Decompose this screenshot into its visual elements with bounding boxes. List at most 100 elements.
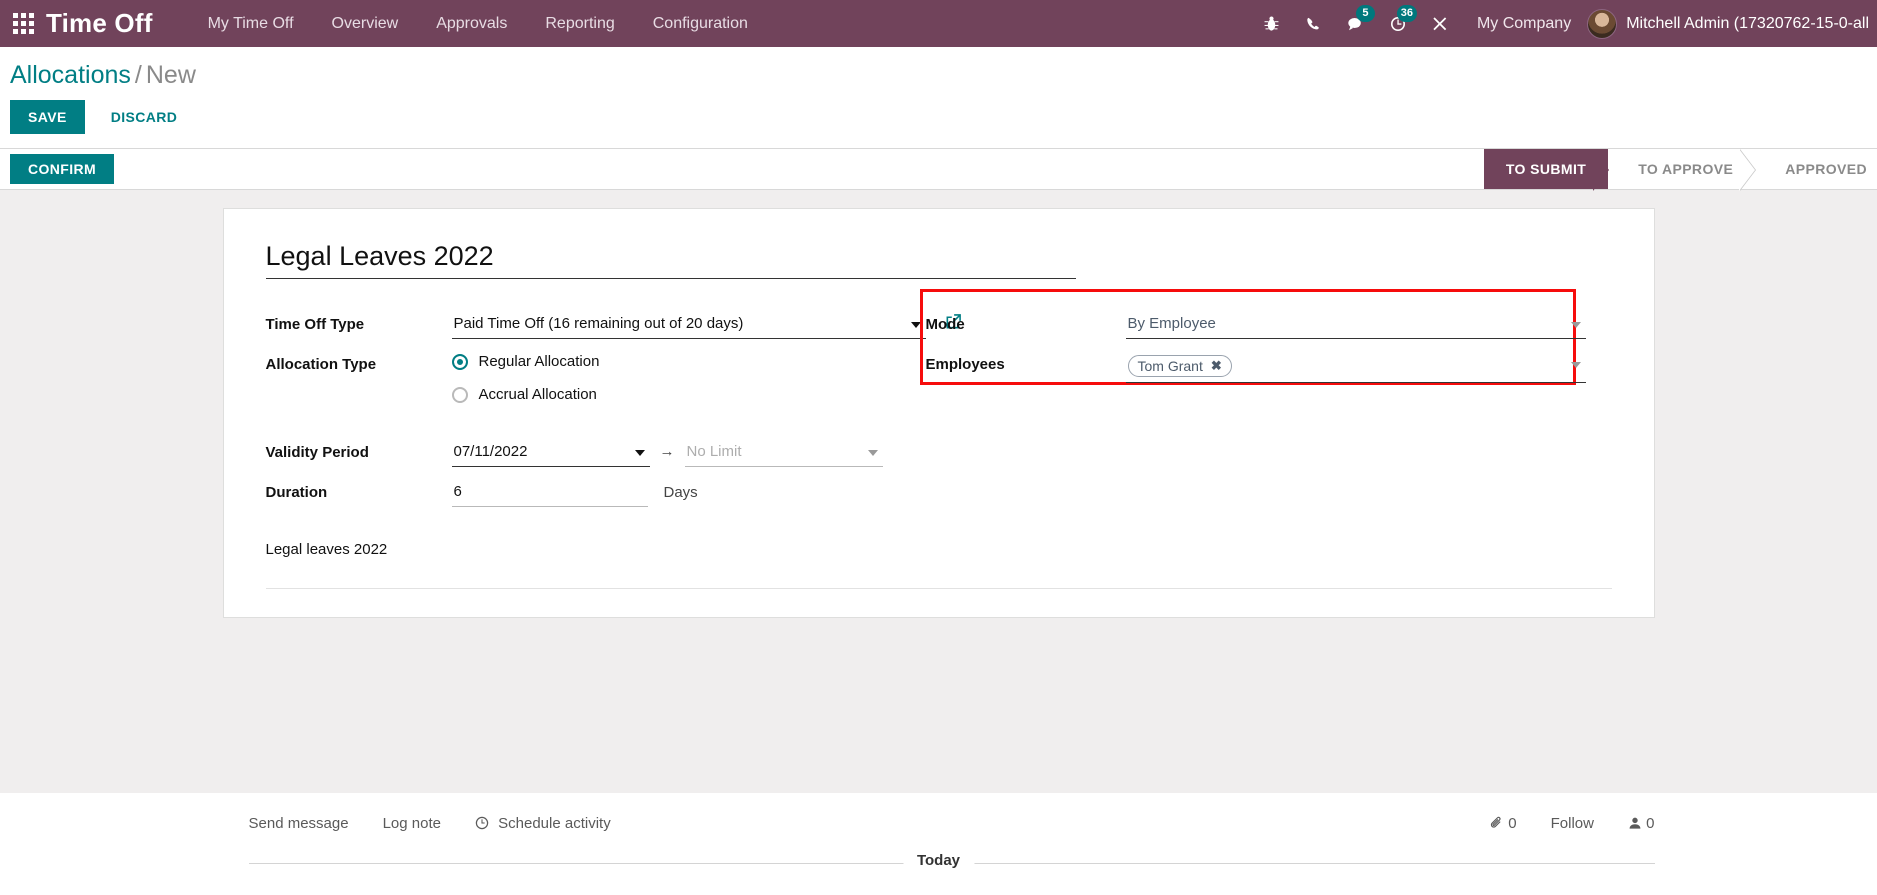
- chevron-down-icon[interactable]: [1570, 362, 1581, 368]
- nav-overview[interactable]: Overview: [313, 0, 418, 47]
- today-divider-label: Today: [902, 852, 975, 869]
- record-title[interactable]: Legal Leaves 2022: [265, 241, 1076, 279]
- activities-clock-icon[interactable]: 36: [1377, 0, 1419, 47]
- validity-to-wrap: No Limit: [684, 441, 883, 467]
- send-message-button[interactable]: Send message: [249, 815, 349, 832]
- nav-configuration[interactable]: Configuration: [634, 0, 767, 47]
- chatter-right-tools: 0 Follow 0: [1456, 815, 1655, 832]
- statusbar: CONFIRM TO SUBMIT TO APPROVE APPROVED: [0, 148, 1877, 191]
- employee-tag-tom-grant[interactable]: Tom Grant ✖: [1127, 355, 1232, 377]
- nav-approvals[interactable]: Approvals: [417, 0, 526, 47]
- period-arrow-icon: →: [659, 443, 675, 460]
- control-panel: Allocations / New SAVE DISCARD: [0, 47, 1877, 148]
- radio-regular-allocation[interactable]: Regular Allocation: [451, 353, 926, 370]
- company-selector[interactable]: My Company: [1461, 15, 1587, 33]
- field-duration: Duration 6 Days: [266, 481, 926, 507]
- employees-label: Employees: [925, 356, 1005, 373]
- status-pill-approved[interactable]: APPROVED: [1755, 149, 1877, 189]
- nav-my-time-off[interactable]: My Time Off: [189, 0, 313, 47]
- log-note-button[interactable]: Log note: [383, 815, 441, 832]
- chatter: Send message Log note Schedule activity …: [0, 793, 1877, 869]
- statusbar-spacer: [114, 149, 1484, 189]
- clock-glyph: [475, 816, 489, 830]
- mode-input[interactable]: By Employee: [1125, 313, 1586, 339]
- activities-badge: 36: [1396, 5, 1417, 22]
- breadcrumb: Allocations / New: [10, 47, 1877, 94]
- validity-to-input[interactable]: No Limit: [684, 441, 883, 467]
- person-icon: [1628, 815, 1646, 832]
- phone-icon[interactable]: [1293, 0, 1335, 47]
- mode-value-wrap: By Employee: [1125, 313, 1586, 339]
- discard-button[interactable]: DISCARD: [95, 100, 194, 134]
- chatter-toolbar: Send message Log note Schedule activity …: [223, 793, 1655, 852]
- user-menu[interactable]: Mitchell Admin (17320762-15-0-all: [1587, 8, 1877, 39]
- validity-period-label: Validity Period: [265, 444, 369, 461]
- form-column-left: Time Off Type Paid Time Off (16 remainin…: [265, 313, 961, 558]
- form-grid: Time Off Type Paid Time Off (16 remainin…: [265, 289, 1612, 558]
- page-body: Legal Leaves 2022 Time Off Type Paid Tim…: [0, 190, 1877, 793]
- apps-grid-icon[interactable]: [0, 0, 46, 47]
- time-off-type-label: Time Off Type: [265, 316, 365, 333]
- bug-icon[interactable]: [1251, 0, 1293, 47]
- time-off-type-value-wrap: Paid Time Off (16 remaining out of 20 da…: [451, 313, 961, 339]
- status-pills: TO SUBMIT TO APPROVE APPROVED: [1483, 149, 1877, 191]
- attachments-counter[interactable]: 0: [1490, 815, 1517, 832]
- radio-accrual-allocation-label: Accrual Allocation: [478, 386, 597, 403]
- duration-value-wrap: 6 Days: [451, 481, 926, 507]
- schedule-activity-button[interactable]: Schedule activity: [475, 815, 611, 832]
- messages-badge: 5: [1355, 5, 1375, 22]
- status-pill-to-submit[interactable]: TO SUBMIT: [1483, 149, 1610, 191]
- tools-icon[interactable]: [1419, 0, 1461, 47]
- status-pill-approved-label: APPROVED: [1785, 161, 1867, 177]
- validity-period-value-wrap: 07/11/2022 → No Limit: [451, 441, 926, 467]
- paperclip-glyph: [1491, 816, 1501, 828]
- validity-from-input[interactable]: 07/11/2022: [451, 441, 650, 467]
- allocation-type-label: Allocation Type: [265, 356, 377, 373]
- time-off-type-input[interactable]: Paid Time Off (16 remaining out of 20 da…: [451, 313, 926, 339]
- duration-row: 6 Days: [451, 481, 926, 507]
- messages-icon[interactable]: 5: [1335, 0, 1377, 47]
- duration-input-wrap: 6: [451, 481, 648, 507]
- field-allocation-type: Allocation Type Regular Allocation Accru…: [266, 353, 926, 419]
- chevron-down-icon[interactable]: [867, 450, 878, 456]
- radio-accrual-allocation[interactable]: Accrual Allocation: [451, 386, 926, 403]
- app-brand-title: Time Off: [46, 8, 153, 38]
- field-time-off-type: Time Off Type Paid Time Off (16 remainin…: [265, 313, 961, 339]
- clock-icon: [475, 815, 493, 832]
- status-pill-to-approve-label: TO APPROVE: [1638, 161, 1734, 177]
- duration-label: Duration: [265, 484, 328, 501]
- follow-button[interactable]: Follow: [1551, 815, 1594, 832]
- chevron-down-icon[interactable]: [1570, 322, 1581, 328]
- radio-regular-allocation-input[interactable]: [451, 353, 468, 370]
- employees-value-wrap: Tom Grant ✖: [1125, 353, 1586, 383]
- person-glyph: [1629, 817, 1641, 829]
- sheet-divider: [265, 588, 1612, 589]
- mode-label: Mode: [925, 316, 965, 333]
- breadcrumb-allocations-link[interactable]: Allocations: [10, 61, 131, 89]
- breadcrumb-current: New: [145, 61, 196, 89]
- duration-unit-label: Days: [663, 484, 698, 501]
- status-pill-to-approve[interactable]: TO APPROVE: [1608, 149, 1757, 191]
- bug-glyph: [1265, 16, 1279, 31]
- validity-period-row: 07/11/2022 → No Limit: [451, 441, 926, 467]
- tools-glyph: [1433, 16, 1447, 30]
- field-employees: Employees Tom Grant ✖: [926, 353, 1586, 383]
- attachment-count: 0: [1508, 815, 1517, 832]
- nav-reporting[interactable]: Reporting: [526, 0, 633, 47]
- confirm-button[interactable]: CONFIRM: [10, 154, 115, 184]
- save-button[interactable]: SAVE: [10, 100, 85, 134]
- chevron-down-icon[interactable]: [634, 450, 645, 456]
- top-navbar: Time Off My Time Off Overview Approvals …: [0, 0, 1877, 47]
- user-name-label: Mitchell Admin (17320762-15-0-all: [1626, 14, 1869, 32]
- followers-counter[interactable]: 0: [1628, 815, 1655, 832]
- description-text[interactable]: Legal leaves 2022: [266, 541, 926, 558]
- duration-input[interactable]: 6: [451, 481, 648, 507]
- close-icon[interactable]: ✖: [1211, 358, 1222, 374]
- chevron-down-icon[interactable]: [910, 322, 921, 328]
- employees-input[interactable]: Tom Grant ✖: [1125, 353, 1586, 383]
- employee-tag-wrap: Tom Grant ✖: [1127, 355, 1232, 378]
- radio-accrual-allocation-input[interactable]: [451, 386, 468, 403]
- status-pill-to-submit-label: TO SUBMIT: [1505, 161, 1587, 177]
- paperclip-icon: [1490, 815, 1508, 832]
- followers-count: 0: [1646, 815, 1655, 832]
